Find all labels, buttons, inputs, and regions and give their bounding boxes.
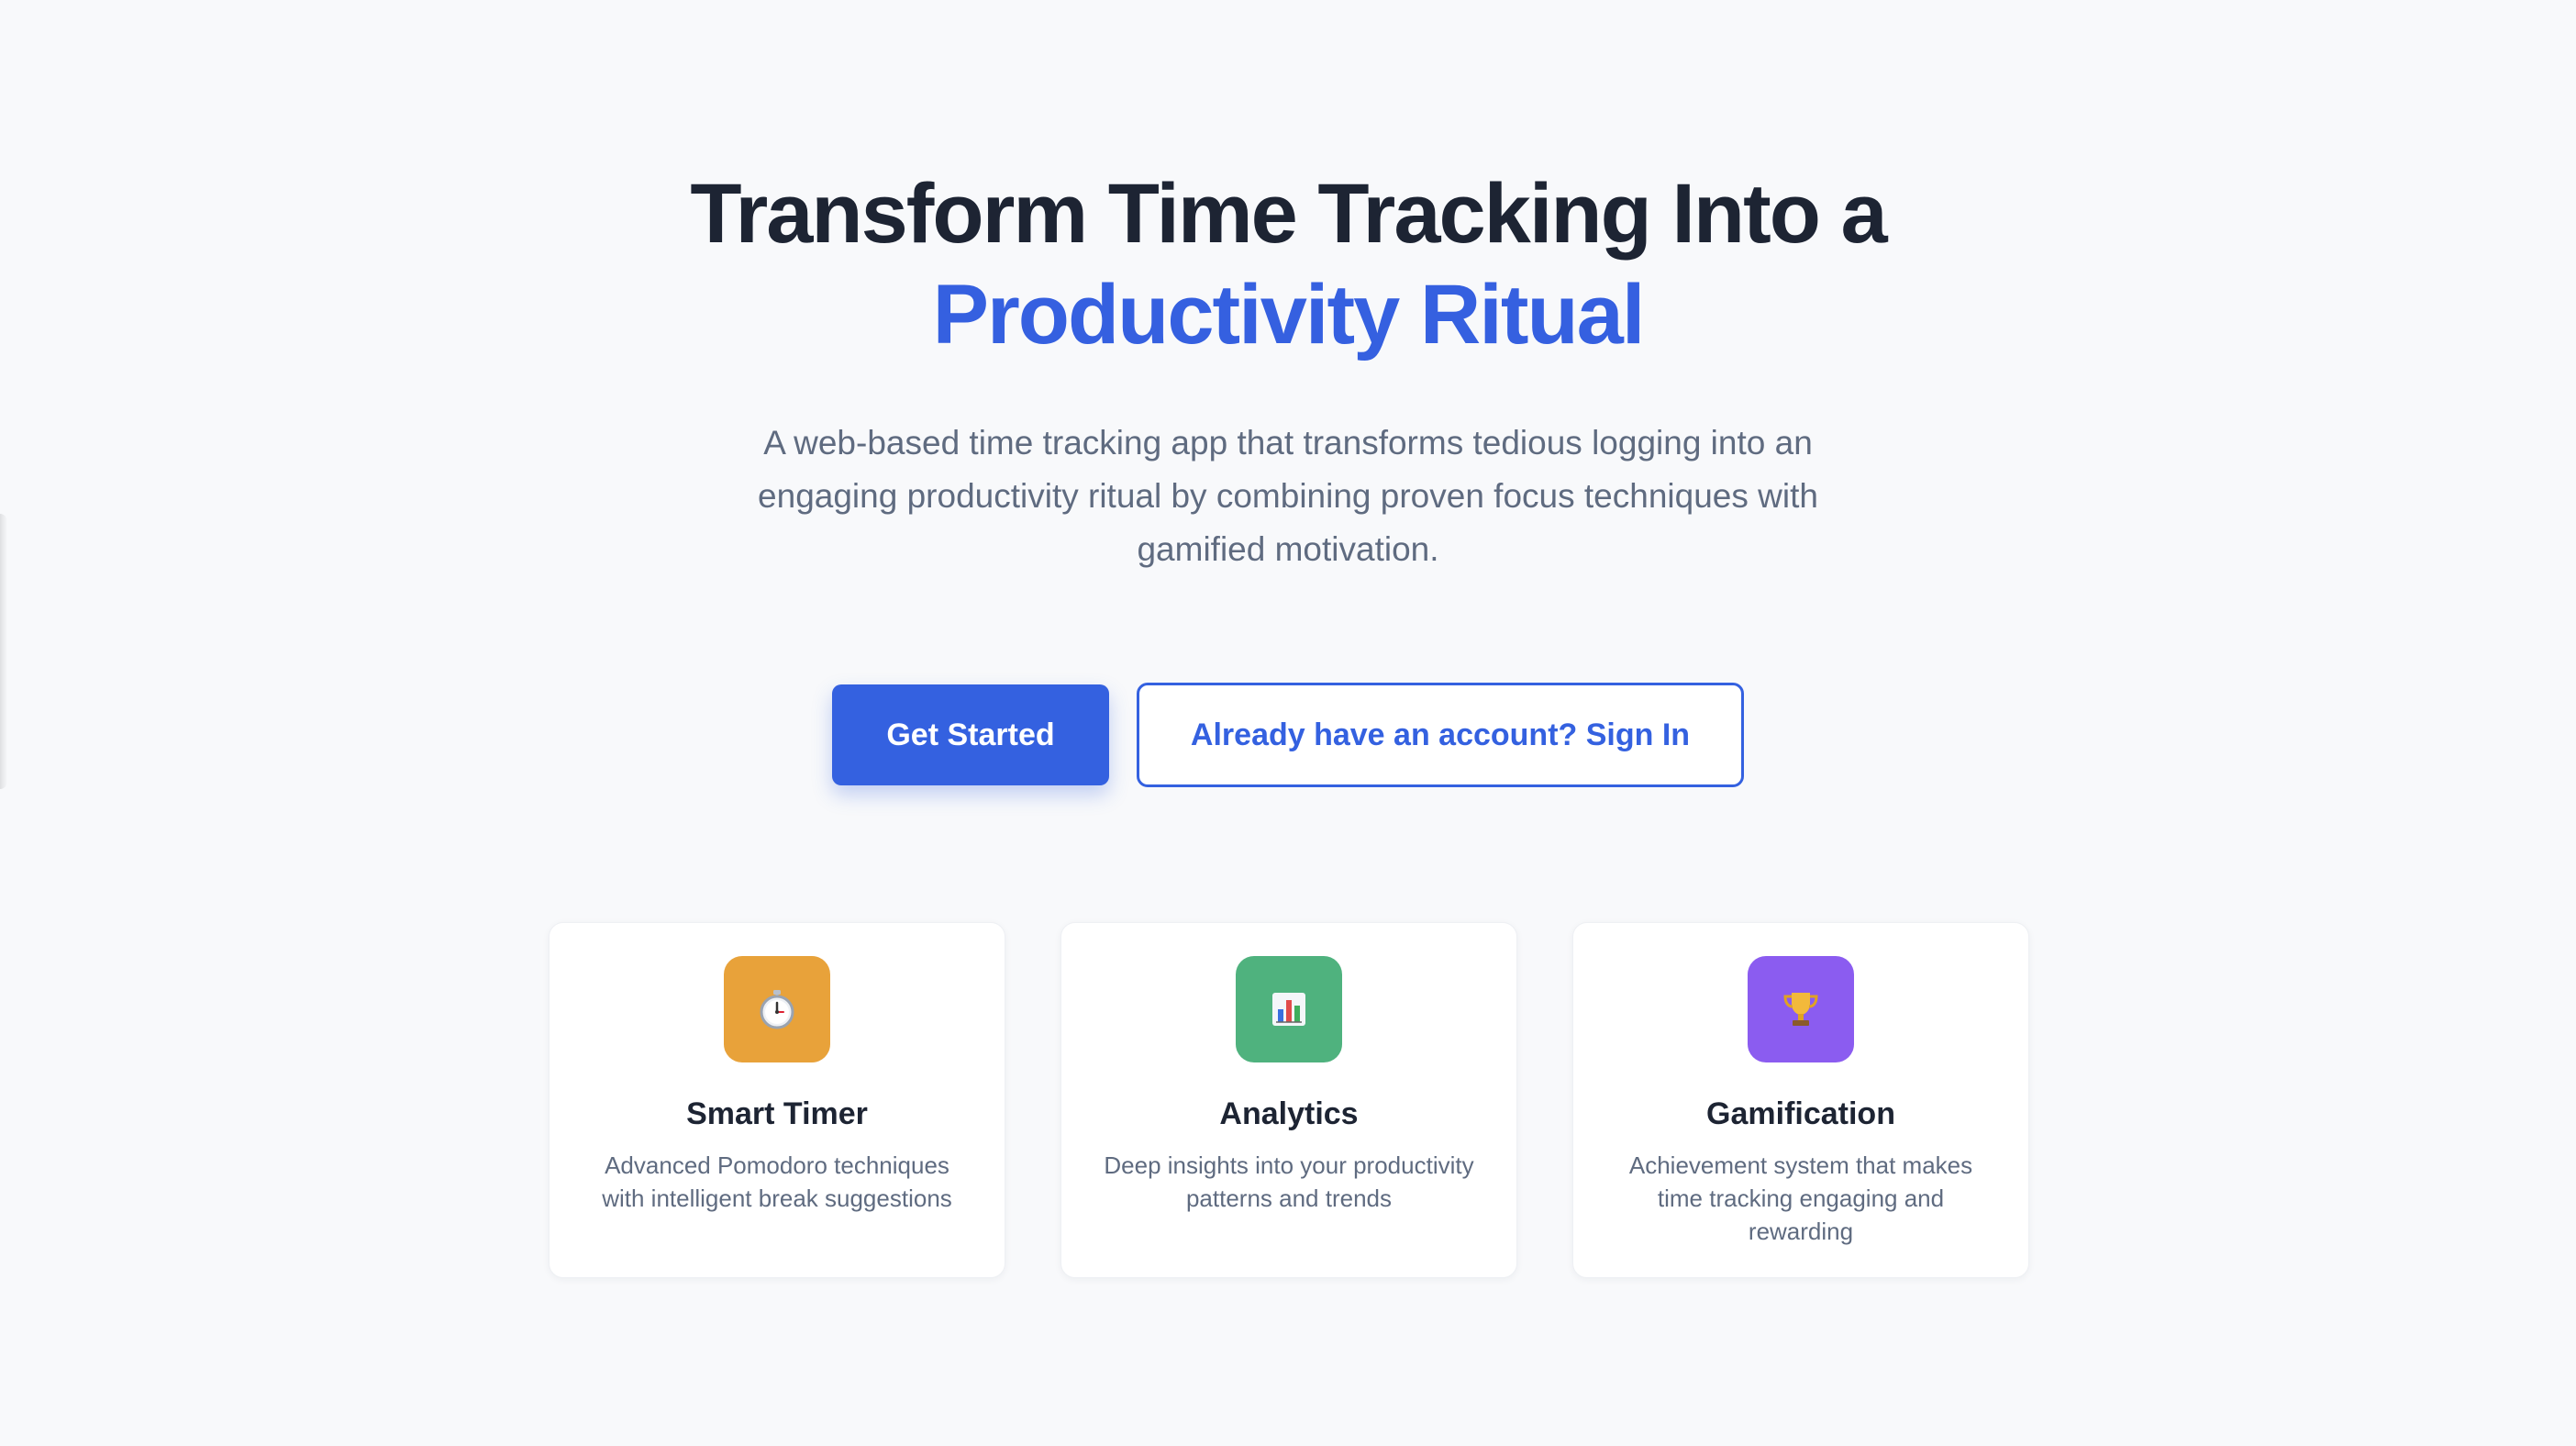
landing-page: Transform Time Tracking Into a Productiv… bbox=[0, 0, 2576, 1446]
feature-description: Achievement system that makes time track… bbox=[1628, 1151, 1973, 1245]
hero-title-line1: Transform Time Tracking Into a bbox=[690, 167, 1887, 261]
stopwatch-icon bbox=[760, 990, 794, 1029]
features-grid: Smart Timer Advanced Pomodoro techniques… bbox=[549, 922, 2029, 1278]
feature-card-smart-timer: Smart Timer Advanced Pomodoro techniques… bbox=[549, 922, 1005, 1278]
sign-in-button[interactable]: Already have an account? Sign In bbox=[1137, 683, 1744, 787]
feature-card-analytics: Analytics Deep insights into your produc… bbox=[1060, 922, 1517, 1278]
feature-card-gamification: Gamification Achievement system that mak… bbox=[1572, 922, 2029, 1278]
feature-title: Gamification bbox=[1706, 1096, 1895, 1131]
feature-icon-box bbox=[1748, 956, 1854, 1062]
hero-title: Transform Time Tracking Into a Productiv… bbox=[0, 163, 2576, 365]
feature-icon-box bbox=[724, 956, 830, 1062]
feature-title: Smart Timer bbox=[686, 1096, 868, 1131]
trophy-icon bbox=[1783, 993, 1818, 1026]
hero-title-accent: Productivity Ritual bbox=[932, 268, 1646, 362]
bar-chart-icon bbox=[1272, 993, 1305, 1026]
feature-description: Deep insights into your productivity pat… bbox=[1104, 1151, 1474, 1212]
get-started-button[interactable]: Get Started bbox=[832, 684, 1109, 785]
feature-title: Analytics bbox=[1219, 1096, 1359, 1131]
feature-icon-box bbox=[1236, 956, 1342, 1062]
hero-subtitle: A web-based time tracking app that trans… bbox=[758, 424, 1818, 568]
cta-row: Get Started Already have an account? Sig… bbox=[0, 683, 2576, 787]
feature-description: Advanced Pomodoro techniques with intell… bbox=[602, 1151, 952, 1212]
